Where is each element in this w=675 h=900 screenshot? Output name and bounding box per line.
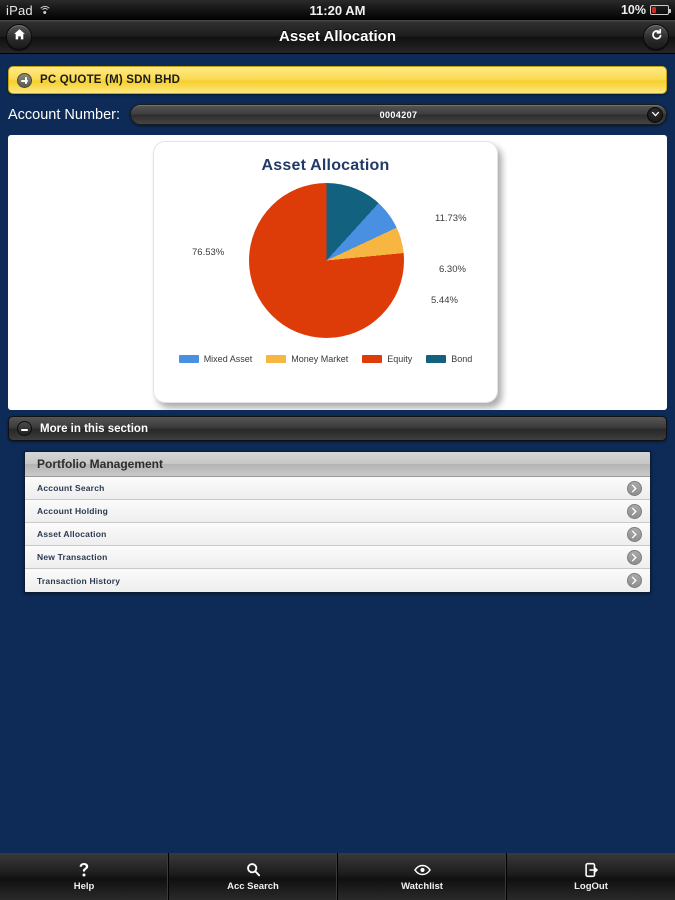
legend-label: Mixed Asset (203, 354, 253, 364)
list-item[interactable]: Account Holding (25, 500, 650, 523)
ipad-screen: iPad 11:20 AM 10% Asset Allocation PC QU… (0, 0, 675, 900)
account-number-row: Account Number: 0004207 (8, 104, 667, 125)
pie-label-bond: 11.73% (435, 213, 467, 224)
chevron-down-icon[interactable] (647, 106, 663, 123)
chart-legend: Mixed Asset Money Market Equity Bond (154, 354, 497, 364)
legend-item: Mixed Asset (178, 354, 253, 364)
tab-logout[interactable]: LogOut (507, 853, 675, 900)
pie-label-money-market: 5.44% (431, 295, 458, 306)
status-bar-clock: 11:20 AM (309, 2, 366, 18)
home-icon (13, 28, 26, 46)
status-bar: iPad 11:20 AM 10% (0, 0, 675, 20)
nav-right-group (643, 23, 669, 50)
company-banner[interactable]: PC QUOTE (M) SDN BHD (8, 66, 667, 94)
status-bar-right: 10% (620, 3, 671, 17)
page-title: Asset Allocation (279, 28, 396, 45)
legend-label: Equity (387, 354, 413, 364)
legend-item: Money Market (266, 354, 348, 364)
eye-icon (413, 862, 431, 878)
list-item-label: Asset Allocation (37, 529, 107, 539)
legend-item: Equity (362, 354, 412, 364)
chart-title: Asset Allocation (261, 157, 390, 174)
logout-icon (584, 862, 598, 878)
list-item[interactable]: Asset Allocation (25, 523, 650, 546)
battery-icon (650, 5, 671, 15)
legend-swatch (362, 355, 383, 363)
company-name-label: PC QUOTE (M) SDN BHD (40, 74, 181, 86)
tab-label: Help (73, 880, 95, 892)
tab-help[interactable]: Help (0, 853, 169, 900)
legend-label: Bond (451, 354, 473, 364)
pie-chart: 76.53% 11.73% 6.30% 5.44% (154, 175, 499, 350)
legend-label: Money Market (291, 354, 349, 364)
legend-swatch (178, 355, 199, 363)
search-icon (246, 862, 261, 878)
more-in-this-section-label: More in this section (40, 422, 148, 435)
chevron-right-icon[interactable] (627, 503, 642, 519)
list-item[interactable]: Account Search (25, 477, 650, 500)
account-number-value: 0004207 (379, 109, 418, 120)
navigation-bar: Asset Allocation (0, 20, 675, 54)
tab-watchlist[interactable]: Watchlist (338, 853, 507, 900)
legend-swatch (266, 355, 287, 363)
tab-acc-search[interactable]: Acc Search (169, 853, 338, 900)
chevron-right-icon[interactable] (627, 526, 642, 542)
legend-item: Bond (426, 354, 472, 364)
list-item[interactable]: Transaction History (25, 569, 650, 592)
list-item-label: Transaction History (37, 575, 121, 586)
more-in-this-section-bar[interactable]: More in this section (8, 416, 667, 441)
list-item-label: New Transaction (37, 552, 108, 562)
pie-label-equity: 76.53% (192, 247, 225, 258)
home-button[interactable] (6, 23, 32, 50)
portfolio-management-card: Portfolio Management Account Search Accou… (24, 451, 651, 593)
battery-percent-label: 10% (620, 3, 646, 17)
refresh-button[interactable] (643, 23, 669, 50)
refresh-icon (650, 28, 663, 46)
chart-panel: Asset Allocation 76.53% 11.73% 6.30% 5.4… (8, 135, 667, 410)
account-number-label: Account Number: (8, 106, 121, 123)
pie-label-mixed-asset: 6.30% (439, 264, 466, 275)
question-mark-icon (77, 862, 91, 878)
pie-graphic (249, 183, 404, 338)
list-item-label: Account Holding (37, 506, 108, 516)
portfolio-management-rows: Account Search Account Holding Asset Alloc… (25, 477, 650, 592)
page-content: PC QUOTE (M) SDN BHD Account Number: 000… (0, 66, 675, 863)
tab-label: LogOut (574, 880, 608, 892)
list-item-label: Account Search (37, 483, 105, 493)
bottom-tab-bar: Help Acc Search Watchlist LogOut (0, 851, 675, 900)
chevron-right-icon[interactable] (627, 573, 642, 588)
chevron-right-icon[interactable] (627, 480, 642, 496)
account-number-select[interactable]: 0004207 (130, 104, 667, 125)
tab-label: Acc Search (227, 880, 279, 892)
minus-icon[interactable] (17, 421, 32, 436)
list-item[interactable]: New Transaction (25, 546, 650, 569)
chevron-right-icon[interactable] (627, 549, 642, 565)
plus-icon[interactable] (17, 72, 32, 88)
nav-left-group (6, 23, 32, 50)
tab-label: Watchlist (401, 880, 443, 892)
asset-allocation-chart-card: Asset Allocation 76.53% 11.73% 6.30% 5.4… (153, 141, 498, 403)
legend-swatch (426, 355, 447, 363)
portfolio-management-header: Portfolio Management (25, 452, 650, 477)
